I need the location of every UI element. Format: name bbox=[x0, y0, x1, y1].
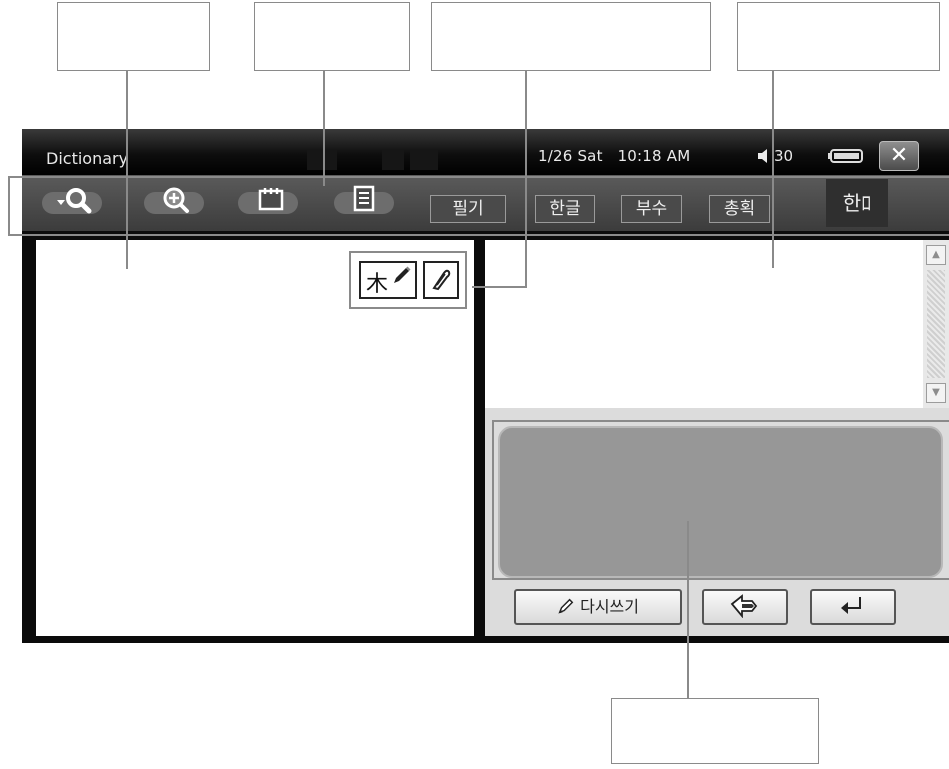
handwriting-tool-group: 木 bbox=[349, 251, 467, 309]
pen-tool-button[interactable] bbox=[423, 261, 459, 299]
scroll-track[interactable] bbox=[927, 270, 945, 378]
status-indicator-block bbox=[410, 150, 438, 170]
callout-box-4 bbox=[737, 2, 940, 71]
battery-icon bbox=[828, 149, 863, 163]
callout-box-1 bbox=[57, 2, 210, 71]
callout-line-2 bbox=[323, 71, 325, 186]
hanja-pen-button[interactable]: 木 bbox=[359, 261, 417, 299]
volume-level: 30 bbox=[774, 147, 794, 165]
callout-line-3-horizontal bbox=[472, 286, 527, 288]
callout-line-1 bbox=[126, 71, 128, 269]
callout-box-5 bbox=[611, 698, 819, 764]
undo-arrow-icon bbox=[730, 594, 758, 619]
status-indicator-block bbox=[382, 150, 404, 170]
hanja-pen-icon bbox=[394, 266, 411, 283]
scroll-up-button[interactable]: ▲ bbox=[926, 245, 946, 265]
status-indicator-block bbox=[307, 150, 337, 170]
scroll-down-button[interactable]: ▼ bbox=[926, 383, 946, 403]
callout-box-3 bbox=[431, 2, 711, 71]
enter-button[interactable] bbox=[810, 589, 896, 625]
back-button[interactable] bbox=[702, 589, 788, 625]
enter-icon bbox=[841, 597, 861, 614]
callout-line-4 bbox=[772, 71, 774, 268]
close-button[interactable]: ✕ bbox=[879, 141, 919, 171]
speaker-icon[interactable] bbox=[757, 148, 771, 164]
callout-box-2 bbox=[254, 2, 410, 71]
pencil-icon bbox=[558, 598, 574, 614]
rewrite-button[interactable]: 다시쓰기 bbox=[514, 589, 682, 625]
status-time: 10:18 AM bbox=[617, 147, 691, 165]
result-scrollbar[interactable]: ▲ ▼ bbox=[923, 240, 949, 408]
pen-tool-icon bbox=[432, 269, 451, 291]
pad-highlight-outline bbox=[492, 420, 949, 580]
app-title: Dictionary bbox=[46, 149, 129, 168]
hanja-char: 木 bbox=[366, 272, 389, 297]
status-date: 1/26 Sat bbox=[538, 147, 603, 165]
status-bar: Dictionary 1/26 Sat 10:18 AM 30 ✕ bbox=[22, 129, 949, 175]
candidate-result-area[interactable] bbox=[485, 240, 923, 408]
rewrite-label: 다시쓰기 bbox=[580, 597, 639, 616]
toolbar-highlight-outline bbox=[8, 176, 949, 236]
